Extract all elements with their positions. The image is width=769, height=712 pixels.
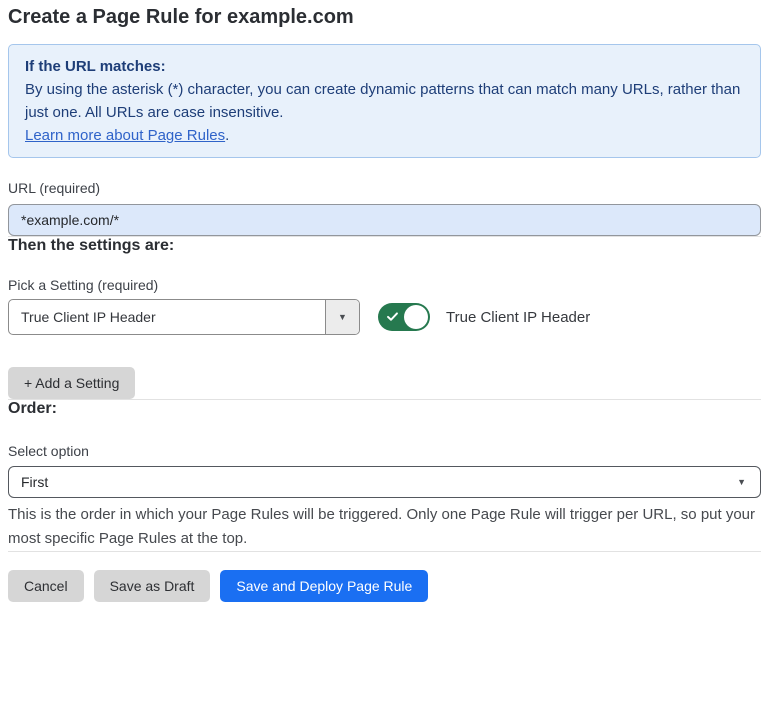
- setting-select-value: True Client IP Header: [9, 300, 325, 334]
- page-title: Create a Page Rule for example.com: [8, 4, 761, 30]
- info-box-link-line: Learn more about Page Rules.: [25, 124, 744, 147]
- setting-toggle-on[interactable]: [378, 303, 430, 331]
- info-box-heading: If the URL matches:: [25, 55, 744, 78]
- section-divider: [8, 551, 761, 552]
- pick-setting-label: Pick a Setting (required): [8, 277, 761, 293]
- link-period: .: [225, 127, 229, 144]
- page-rule-form: Create a Page Rule for example.com If th…: [8, 4, 761, 602]
- footer-actions: Cancel Save as Draft Save and Deploy Pag…: [8, 570, 761, 602]
- order-heading: Order:: [8, 400, 761, 418]
- toggle-knob[interactable]: [404, 305, 428, 329]
- learn-more-link[interactable]: Learn more about Page Rules: [25, 127, 225, 144]
- cancel-button[interactable]: Cancel: [8, 570, 84, 602]
- save-draft-button[interactable]: Save as Draft: [94, 570, 211, 602]
- url-match-info-box: If the URL matches: By using the asteris…: [8, 44, 761, 158]
- order-select-label: Select option: [8, 443, 761, 459]
- chevron-down-icon: ▼: [737, 478, 746, 487]
- order-select-value: First: [21, 474, 48, 490]
- toggle-label: True Client IP Header: [446, 309, 590, 326]
- settings-heading: Then the settings are:: [8, 237, 761, 255]
- info-box-body: By using the asterisk (*) character, you…: [25, 78, 744, 124]
- setting-select-arrow-button[interactable]: ▼: [325, 300, 359, 334]
- order-help-text: This is the order in which your Page Rul…: [8, 503, 761, 551]
- url-label: URL (required): [8, 180, 761, 196]
- setting-row: True Client IP Header ▼ True Client IP H…: [8, 299, 761, 335]
- save-deploy-button[interactable]: Save and Deploy Page Rule: [220, 570, 428, 602]
- url-input[interactable]: [8, 204, 761, 236]
- setting-select[interactable]: True Client IP Header ▼: [8, 299, 360, 335]
- check-icon: [386, 310, 399, 328]
- add-setting-button[interactable]: + Add a Setting: [8, 367, 135, 399]
- chevron-down-icon: ▼: [338, 313, 347, 322]
- order-select[interactable]: First ▼: [8, 466, 761, 498]
